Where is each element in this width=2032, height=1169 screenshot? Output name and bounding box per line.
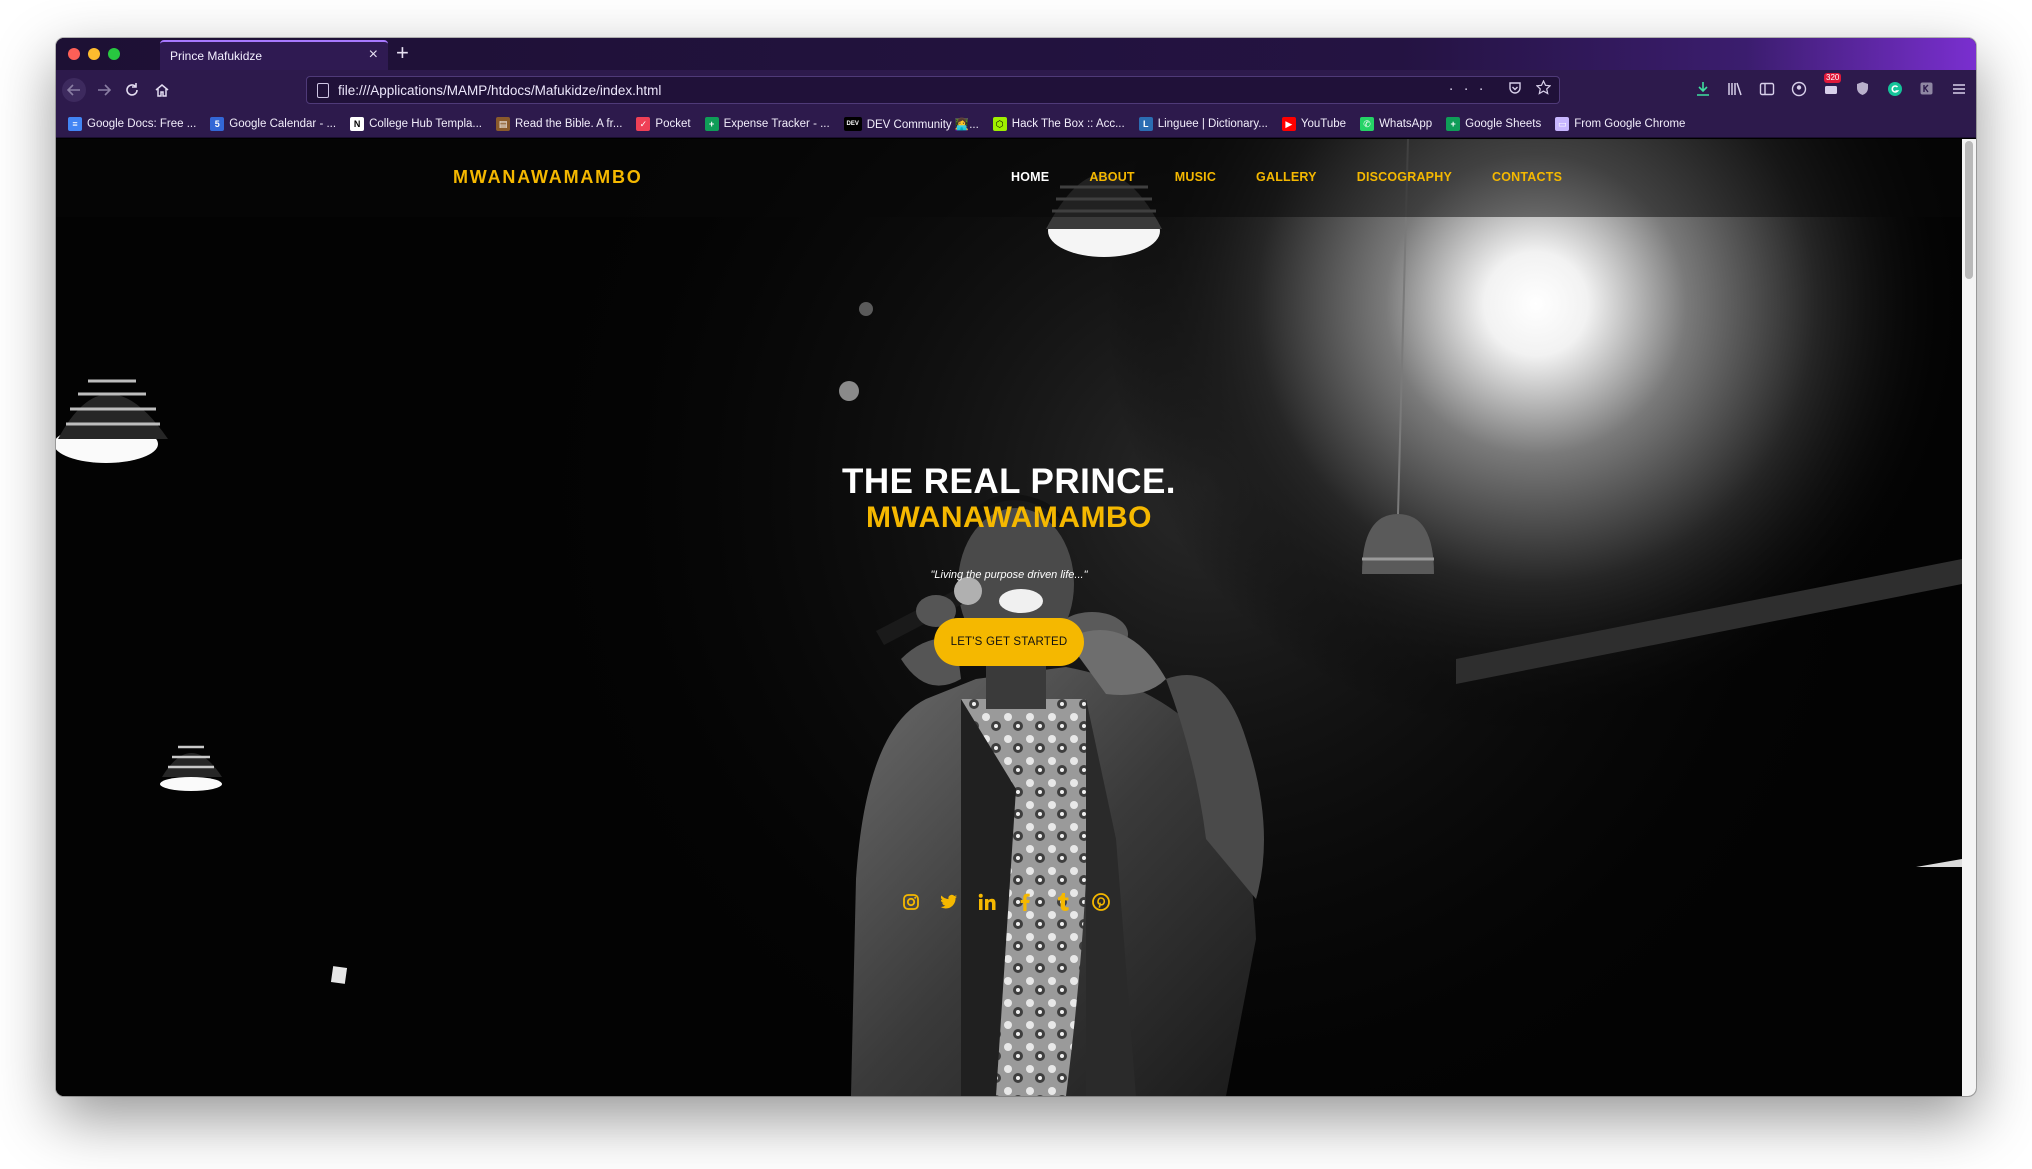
bookmark-label: Read the Bible. A fr...: [515, 117, 623, 130]
bible-icon: ▤: [496, 116, 510, 131]
tab-title: Prince Mafukidze: [170, 49, 263, 63]
instagram-icon[interactable]: [902, 893, 920, 911]
social-links: [902, 893, 1110, 911]
bookmark-label: Linguee | Dictionary...: [1157, 117, 1268, 130]
download-icon[interactable]: [1693, 81, 1712, 100]
hackthebox-icon: ⬡: [992, 116, 1007, 131]
home-button[interactable]: [150, 78, 174, 102]
toolbar-extensions: 320: [1693, 72, 1968, 101]
google-sheets-icon: +: [704, 116, 719, 131]
sidebar-icon[interactable]: [1757, 81, 1776, 100]
google-calendar-icon: 5: [210, 116, 225, 131]
bookmarks-bar: ≡ Google Docs: Free ... 5 Google Calendar -…: [56, 110, 1976, 138]
arrow-right-icon: [98, 84, 112, 96]
bookmark-item[interactable]: ▤ Read the Bible. A fr...: [496, 116, 623, 131]
bookmark-item[interactable]: ≡ Google Docs: Free ...: [68, 116, 197, 131]
browser-window: Prince Mafukidze × + file:///Application…: [56, 38, 1976, 1096]
pinterest-icon[interactable]: [1092, 893, 1110, 911]
window-maximize-button[interactable]: [108, 48, 120, 60]
twitter-icon[interactable]: [940, 893, 958, 911]
hero-title: THE REAL PRINCE.: [841, 462, 1177, 501]
reload-button[interactable]: [120, 78, 144, 102]
tab-bar: Prince Mafukidze × +: [56, 38, 1976, 70]
linkedin-icon[interactable]: [978, 893, 996, 911]
library-icon[interactable]: [1725, 81, 1744, 100]
pocket-save-icon[interactable]: [1508, 81, 1522, 95]
notion-icon: N: [350, 116, 365, 131]
page-viewport: MWANAWAMAMBO HOME ABOUT MUSIC GALLERY DISCOG…: [56, 139, 1962, 1096]
bookmark-item[interactable]: N College Hub Templa...: [350, 116, 482, 131]
bookmark-item[interactable]: DEV DEV Community 👩‍💻...: [843, 116, 979, 131]
nav-music[interactable]: MUSIC: [1175, 170, 1216, 184]
notification-badge: 320: [1824, 72, 1842, 83]
forward-button[interactable]: [92, 78, 116, 102]
bookmark-item[interactable]: ▭ From Google Chrome: [1555, 116, 1686, 131]
bookmark-label: From Google Chrome: [1574, 117, 1686, 130]
site-logo[interactable]: MWANAWAMAMBO: [453, 167, 643, 188]
bookmark-label: Google Sheets: [1465, 117, 1542, 130]
google-sheets-icon: +: [1446, 116, 1461, 131]
page-actions-icon[interactable]: ···: [1449, 79, 1552, 97]
bookmark-item[interactable]: ✓ Pocket: [636, 116, 691, 131]
new-tab-button[interactable]: +: [396, 41, 409, 65]
account-icon[interactable]: [1789, 81, 1808, 100]
bookmark-item[interactable]: ▶ YouTube: [1281, 116, 1347, 131]
more-actions-icon[interactable]: ···: [1449, 80, 1494, 97]
extension-icon[interactable]: [1917, 81, 1936, 100]
bookmark-label: Pocket: [655, 117, 691, 130]
bookmark-item[interactable]: L Linguee | Dictionary...: [1138, 116, 1268, 131]
reload-icon: [126, 83, 138, 96]
scrollbar-thumb[interactable]: [1965, 141, 1973, 279]
folder-icon: ▭: [1555, 116, 1570, 131]
bookmark-star-icon[interactable]: [1535, 79, 1552, 95]
navigation-toolbar: file:///Applications/MAMP/htdocs/Mafukid…: [56, 70, 1976, 110]
bookmark-label: Google Calendar - ...: [229, 117, 337, 130]
bookmark-item[interactable]: ✆ WhatsApp: [1360, 116, 1433, 131]
bookmark-item[interactable]: 5 Google Calendar - ...: [210, 116, 337, 131]
hero-quote: "Living the purpose driven life...": [930, 569, 1088, 581]
back-button[interactable]: [62, 78, 86, 102]
bookmark-label: WhatsApp: [1379, 117, 1433, 130]
arrow-left-icon: [66, 84, 80, 96]
page-icon: [317, 83, 329, 98]
facebook-icon[interactable]: [1016, 893, 1034, 911]
grammarly-icon[interactable]: [1885, 81, 1904, 100]
window-minimize-button[interactable]: [88, 48, 100, 60]
tab-active[interactable]: Prince Mafukidze ×: [160, 40, 388, 70]
whatsapp-icon: ✆: [1360, 116, 1375, 131]
nav-contacts[interactable]: CONTACTS: [1492, 170, 1562, 184]
nav-gallery[interactable]: GALLERY: [1256, 170, 1317, 184]
linguee-icon: L: [1138, 116, 1153, 131]
url-text[interactable]: file:///Applications/MAMP/htdocs/Mafukid…: [338, 83, 661, 98]
dev-icon: DEV: [843, 116, 862, 131]
nav-home[interactable]: HOME: [1011, 170, 1049, 184]
youtube-icon: ▶: [1281, 116, 1296, 131]
site-navbar: MWANAWAMAMBO HOME ABOUT MUSIC GALLERY DISCOG…: [56, 139, 1962, 217]
page-scrollbar[interactable]: [1962, 139, 1976, 1096]
pocket-icon: ✓: [636, 116, 651, 131]
tab-close-icon[interactable]: ×: [369, 47, 378, 63]
get-started-button[interactable]: LET'S GET STARTED: [934, 618, 1084, 666]
window-close-button[interactable]: [68, 48, 80, 60]
shield-icon[interactable]: [1853, 81, 1872, 100]
bookmark-label: College Hub Templa...: [369, 117, 482, 130]
menu-icon[interactable]: [1949, 81, 1968, 100]
notifications-icon[interactable]: 320: [1821, 72, 1842, 100]
nav-discography[interactable]: DISCOGRAPHY: [1357, 170, 1452, 184]
google-docs-icon: ≡: [68, 116, 82, 131]
bookmark-label: Google Docs: Free ...: [87, 117, 197, 130]
bookmark-label: Hack The Box :: Acc...: [1011, 117, 1125, 130]
site-menu: HOME ABOUT MUSIC GALLERY DISCOGRAPHY CONTACTS: [1011, 170, 1562, 184]
tumblr-icon[interactable]: [1054, 893, 1072, 911]
bookmark-label: DEV Community 👩‍💻...: [866, 118, 979, 131]
bookmark-label: YouTube: [1300, 117, 1347, 130]
bookmark-item[interactable]: ⬡ Hack The Box :: Acc...: [992, 116, 1125, 131]
home-icon: [155, 84, 169, 97]
bookmark-item[interactable]: + Expense Tracker - ...: [704, 116, 830, 131]
hero-subtitle: MWANAWAMAMBO: [866, 501, 1152, 534]
bookmark-item[interactable]: + Google Sheets: [1446, 116, 1542, 131]
nav-about[interactable]: ABOUT: [1089, 170, 1134, 184]
address-bar[interactable]: file:///Applications/MAMP/htdocs/Mafukid…: [306, 76, 1560, 104]
bookmark-label: Expense Tracker - ...: [723, 117, 830, 130]
